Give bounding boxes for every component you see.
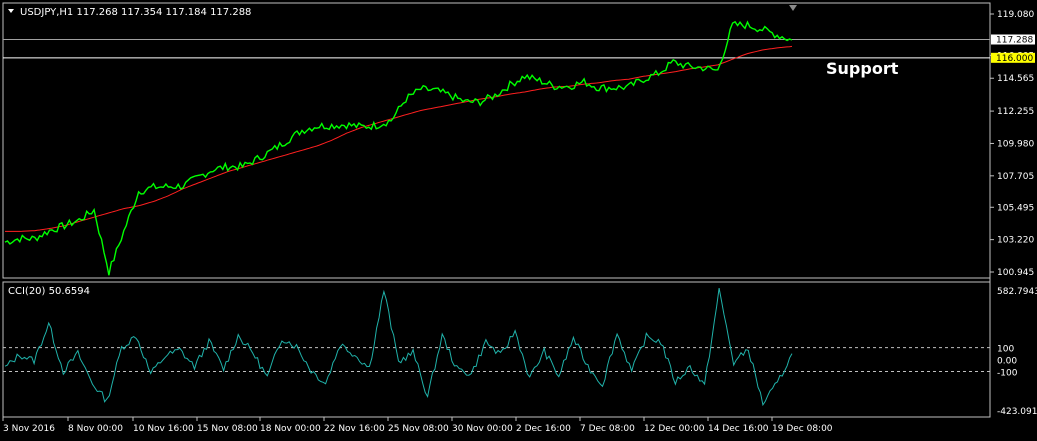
- time-tick-label: 3 Nov 2016: [3, 424, 55, 434]
- time-tick-label: 18 Nov 00:00: [260, 424, 321, 434]
- time-tick-label: 8 Nov 00:00: [68, 424, 123, 434]
- time-tick-label: 2 Dec 16:00: [516, 424, 571, 434]
- support-annotation: Support: [826, 59, 899, 78]
- price-panel-title: USDJPY,H1 117.268 117.354 117.184 117.28…: [20, 7, 251, 18]
- time-tick-label: 14 Dec 16:00: [708, 424, 769, 434]
- indicator-title: CCI(20) 50.6594: [8, 286, 90, 297]
- time-tick-label: 22 Nov 16:00: [324, 424, 385, 434]
- time-tick-label: 30 Nov 00:00: [452, 424, 513, 434]
- cci-tick-label: -100: [997, 368, 1018, 378]
- price-tick-label: 103.220: [997, 236, 1034, 246]
- price-tick-label: 100.945: [997, 268, 1034, 278]
- price-tick-label: 114.565: [997, 74, 1034, 84]
- cci-tick-label: 0.00: [997, 357, 1017, 367]
- support-price-tag: 116.000: [991, 52, 1035, 64]
- time-tick-label: 7 Dec 08:00: [580, 424, 635, 434]
- time-tick-label: 12 Dec 00:00: [644, 424, 705, 434]
- price-tick-label: 105.495: [997, 203, 1034, 213]
- cci-tick-label: 582.7943: [997, 287, 1037, 297]
- cci-tick-label: 100: [997, 345, 1014, 355]
- price-tick-label: 119.080: [997, 10, 1034, 20]
- time-tick-label: 15 Nov 08:00: [197, 424, 258, 434]
- price-tick-label: 109.980: [997, 139, 1034, 149]
- current-price-tag: 117.288: [991, 34, 1035, 45]
- support-price-label: 116.000: [996, 54, 1033, 64]
- time-tick-label: 25 Nov 08:00: [388, 424, 449, 434]
- price-tick-label: 107.705: [997, 172, 1034, 182]
- time-tick-label: 10 Nov 16:00: [133, 424, 194, 434]
- price-panel-header: USDJPY,H1 117.268 117.354 117.184 117.28…: [8, 7, 251, 18]
- time-tick-label: 19 Dec 08:00: [772, 424, 833, 434]
- cci-tick-label: -423.0918: [997, 407, 1037, 417]
- trading-chart[interactable]: USDJPY,H1 117.268 117.354 117.184 117.28…: [0, 0, 1037, 441]
- current-price-label: 117.288: [996, 35, 1033, 45]
- price-tick-label: 112.255: [997, 107, 1034, 117]
